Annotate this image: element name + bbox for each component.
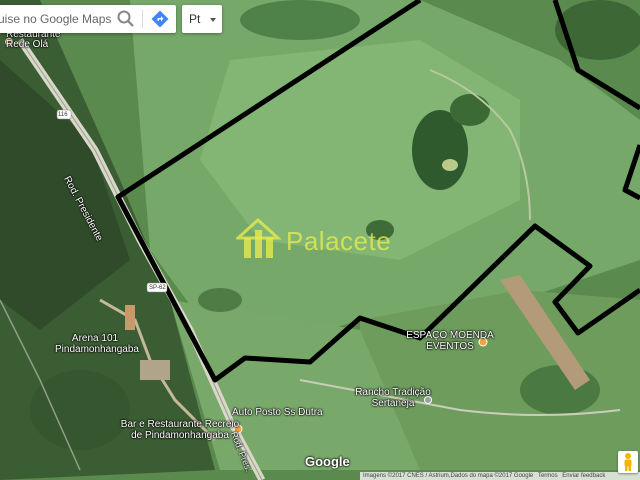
directions-icon [151,10,169,28]
search-button[interactable] [114,7,138,31]
bar-label-1[interactable]: Bar e Restaurante Recreio [120,420,240,430]
terms-link[interactable]: Termos [538,473,558,479]
pegman-icon [624,453,632,471]
auto-posto-label[interactable]: Auto Posto Ss Dutra [232,408,323,418]
search-input[interactable] [0,5,112,33]
rancho-label-1[interactable]: Rancho Tradição [348,388,438,398]
feedback-link[interactable]: Enviar feedback [562,473,605,479]
imagery-attribution: Imagens ©2017 CNES / Astrium,Dados do ma… [363,473,534,479]
arena-label-2[interactable]: Pindamonhangaba [55,345,139,355]
arena-label-1[interactable]: Arena 101 [60,334,130,344]
espaco-label-1[interactable]: ESPAÇO MOENDA [400,331,500,341]
pegman-button[interactable] [618,451,638,473]
road-shield-116-label: 116 [58,112,68,118]
restaurant-top-label-2[interactable]: Rede Olá [6,40,48,50]
search-icon [117,10,134,27]
language-select[interactable]: Pt [182,5,222,33]
directions-button[interactable] [148,7,172,31]
bar-label-2[interactable]: de Pindamonhangaba [130,431,230,441]
rancho-label-2[interactable]: Sertaneja [358,399,428,409]
road-shield-sp-label: SP-62 [149,285,166,291]
search-box [0,5,176,33]
language-select-value: Pt [189,12,201,26]
attribution-bar: Imagens ©2017 CNES / Astrium,Dados do ma… [360,472,640,480]
chevron-down-icon [210,18,216,22]
google-logo: Google [305,454,350,469]
espaco-label-2[interactable]: EVENTOS [420,342,480,352]
search-divider [142,10,143,28]
